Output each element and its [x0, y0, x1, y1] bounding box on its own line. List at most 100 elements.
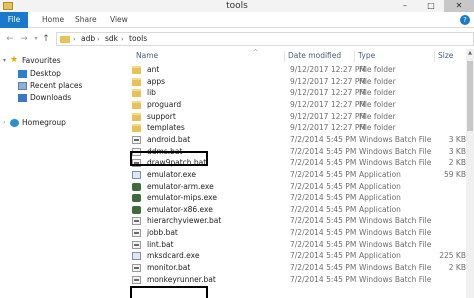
file-type: File folder — [359, 123, 396, 133]
file-row[interactable]: emulator-arm.exe 7/2/2014 5:45 PM Applicat… — [118, 181, 474, 193]
file-row[interactable]: support 9/12/2017 12:27 PM File folder — [118, 111, 474, 123]
chevron-down-icon[interactable]: ▾ — [3, 55, 6, 67]
file-type: Application — [359, 204, 401, 214]
file-name: monitor.bat — [147, 263, 191, 273]
file-row[interactable]: emulator.exe 7/2/2014 5:45 PM Application 5… — [118, 169, 474, 181]
file-type: Windows Batch File — [359, 239, 432, 249]
breadcrumb-sdk[interactable]: sdk — [105, 33, 118, 45]
back-arrow-icon[interactable]: ← — [4, 33, 16, 45]
tab-file[interactable]: File — [0, 12, 28, 28]
application-icon — [132, 170, 141, 179]
file-row[interactable]: lint.bat 7/2/2014 5:45 PM Windows Batch Fi… — [118, 239, 474, 251]
breadcrumb-tools[interactable]: tools — [129, 33, 147, 45]
nav-item-downloads[interactable]: Downloads — [0, 92, 118, 104]
breadcrumb-adb[interactable]: adb — [81, 33, 95, 45]
nav-homegroup[interactable]: › Homegroup — [0, 117, 118, 129]
file-type: Application — [359, 181, 401, 191]
file-row[interactable]: apps 9/12/2017 12:27 PM File folder — [118, 76, 474, 88]
file-name: android.bat — [147, 134, 191, 144]
maximize-icon[interactable]: □ — [418, 0, 444, 12]
help-icon[interactable]: ? — [460, 15, 470, 25]
file-date: 7/2/2014 5:45 PM — [290, 193, 357, 203]
batch-file-icon — [132, 217, 141, 226]
file-size: 3 KB — [448, 134, 466, 144]
file-name: lint.bat — [147, 239, 174, 249]
file-type: Application — [359, 193, 401, 203]
tab-share[interactable]: Share — [75, 12, 97, 28]
file-date: 7/2/2014 5:45 PM — [290, 134, 357, 144]
file-date: 7/2/2014 5:45 PM — [290, 181, 357, 191]
file-size: 225 KB — [439, 251, 466, 261]
file-date: 7/2/2014 5:45 PM — [290, 216, 357, 226]
file-name: emulator-arm.exe — [147, 181, 214, 191]
column-divider[interactable] — [284, 51, 285, 62]
file-list: ^ Name Date modified Type Size ant 9/12/2… — [118, 49, 474, 298]
file-row[interactable]: hierarchyviewer.bat 7/2/2014 5:45 PM Windo… — [118, 215, 474, 227]
batch-file-icon — [132, 264, 141, 273]
nav-favourites[interactable]: ▾ ★ Favourites — [0, 55, 118, 67]
file-date: 7/2/2014 5:45 PM — [290, 228, 357, 238]
title-bar: tools – □ ✕ — [0, 0, 474, 12]
file-row[interactable]: android.bat 7/2/2014 5:45 PM Windows Batch… — [118, 134, 474, 146]
nav-label: Favourites — [22, 56, 61, 65]
file-type: Application — [359, 169, 401, 179]
column-divider[interactable] — [354, 51, 355, 62]
ribbon-tabs: File Home Share View ? — [0, 12, 474, 28]
up-arrow-icon[interactable]: ↑ — [40, 33, 52, 45]
file-type: Windows Batch File — [359, 263, 432, 273]
file-row[interactable]: lib 9/12/2017 12:27 PM File folder — [118, 87, 474, 99]
nav-item-desktop[interactable]: Desktop — [0, 68, 118, 80]
file-row[interactable]: templates 9/12/2017 12:27 PM File folder — [118, 122, 474, 134]
file-row[interactable]: emulator-x86.exe 7/2/2014 5:45 PM Applicat… — [118, 204, 474, 216]
file-type: Windows Batch File — [359, 134, 432, 144]
column-header-type[interactable]: Type — [358, 49, 375, 63]
application-icon — [132, 182, 141, 191]
file-name: proguard — [147, 99, 182, 109]
chevron-right-icon[interactable]: › — [97, 33, 100, 45]
file-type: Windows Batch File — [359, 228, 432, 238]
downloads-icon — [18, 94, 27, 102]
close-icon[interactable]: ✕ — [444, 0, 474, 12]
navigation-pane: ▾ ★ Favourites Desktop Recent places Dow… — [0, 49, 118, 298]
file-size: 2 KB — [448, 158, 466, 168]
tab-view[interactable]: View — [110, 12, 128, 28]
folder-icon — [132, 100, 141, 109]
file-date: 7/2/2014 5:45 PM — [290, 274, 357, 284]
address-bar[interactable]: › adb › sdk › tools — [56, 32, 474, 46]
chevron-right-icon[interactable]: › — [73, 33, 76, 45]
star-icon: ★ — [10, 55, 19, 65]
column-header-date[interactable]: Date modified — [288, 49, 341, 63]
forward-arrow-icon[interactable]: → — [18, 33, 30, 45]
file-size: 59 KB — [444, 169, 466, 179]
file-row[interactable]: monitor.bat 7/2/2014 5:45 PM Windows Batch… — [118, 262, 474, 274]
scroll-up-icon[interactable]: ▲ — [466, 49, 474, 57]
file-row[interactable]: ant 9/12/2017 12:27 PM File folder — [118, 64, 474, 76]
file-row[interactable]: mksdcard.exe 7/2/2014 5:45 PM Application 2… — [118, 250, 474, 262]
tab-home[interactable]: Home — [42, 12, 64, 28]
file-date: 9/12/2017 12:27 PM — [290, 65, 366, 74]
file-name: emulator-x86.exe — [147, 204, 213, 214]
file-row[interactable]: emulator-mips.exe 7/2/2014 5:45 PM Applica… — [118, 192, 474, 204]
scroll-thumb[interactable] — [467, 61, 473, 131]
recent-places-icon — [18, 82, 27, 90]
application-icon — [132, 194, 141, 203]
column-header-name[interactable]: Name — [136, 49, 158, 63]
file-row[interactable]: proguard 9/12/2017 12:27 PM File folder — [118, 99, 474, 111]
file-name: support — [147, 111, 176, 121]
column-header-size[interactable]: Size — [438, 49, 453, 63]
chevron-right-icon[interactable]: › — [3, 117, 5, 129]
folder-icon — [132, 89, 141, 98]
file-name: templates — [147, 123, 185, 133]
column-divider[interactable] — [434, 51, 435, 62]
chevron-right-icon[interactable]: › — [121, 33, 124, 45]
file-name: mksdcard.exe — [147, 251, 200, 261]
file-type: File folder — [359, 99, 396, 109]
file-date: 7/2/2014 5:45 PM — [290, 204, 357, 214]
folder-icon — [132, 66, 141, 74]
file-row[interactable]: monkeyrunner.bat 7/2/2014 5:45 PM Windows … — [118, 274, 474, 286]
application-icon — [132, 205, 141, 214]
nav-item-recent-places[interactable]: Recent places — [0, 80, 118, 92]
vertical-scrollbar[interactable]: ▲ — [466, 49, 474, 298]
minimize-icon[interactable]: – — [392, 0, 418, 12]
file-row[interactable]: jobb.bat 7/2/2014 5:45 PM Windows Batch Fi… — [118, 227, 474, 239]
